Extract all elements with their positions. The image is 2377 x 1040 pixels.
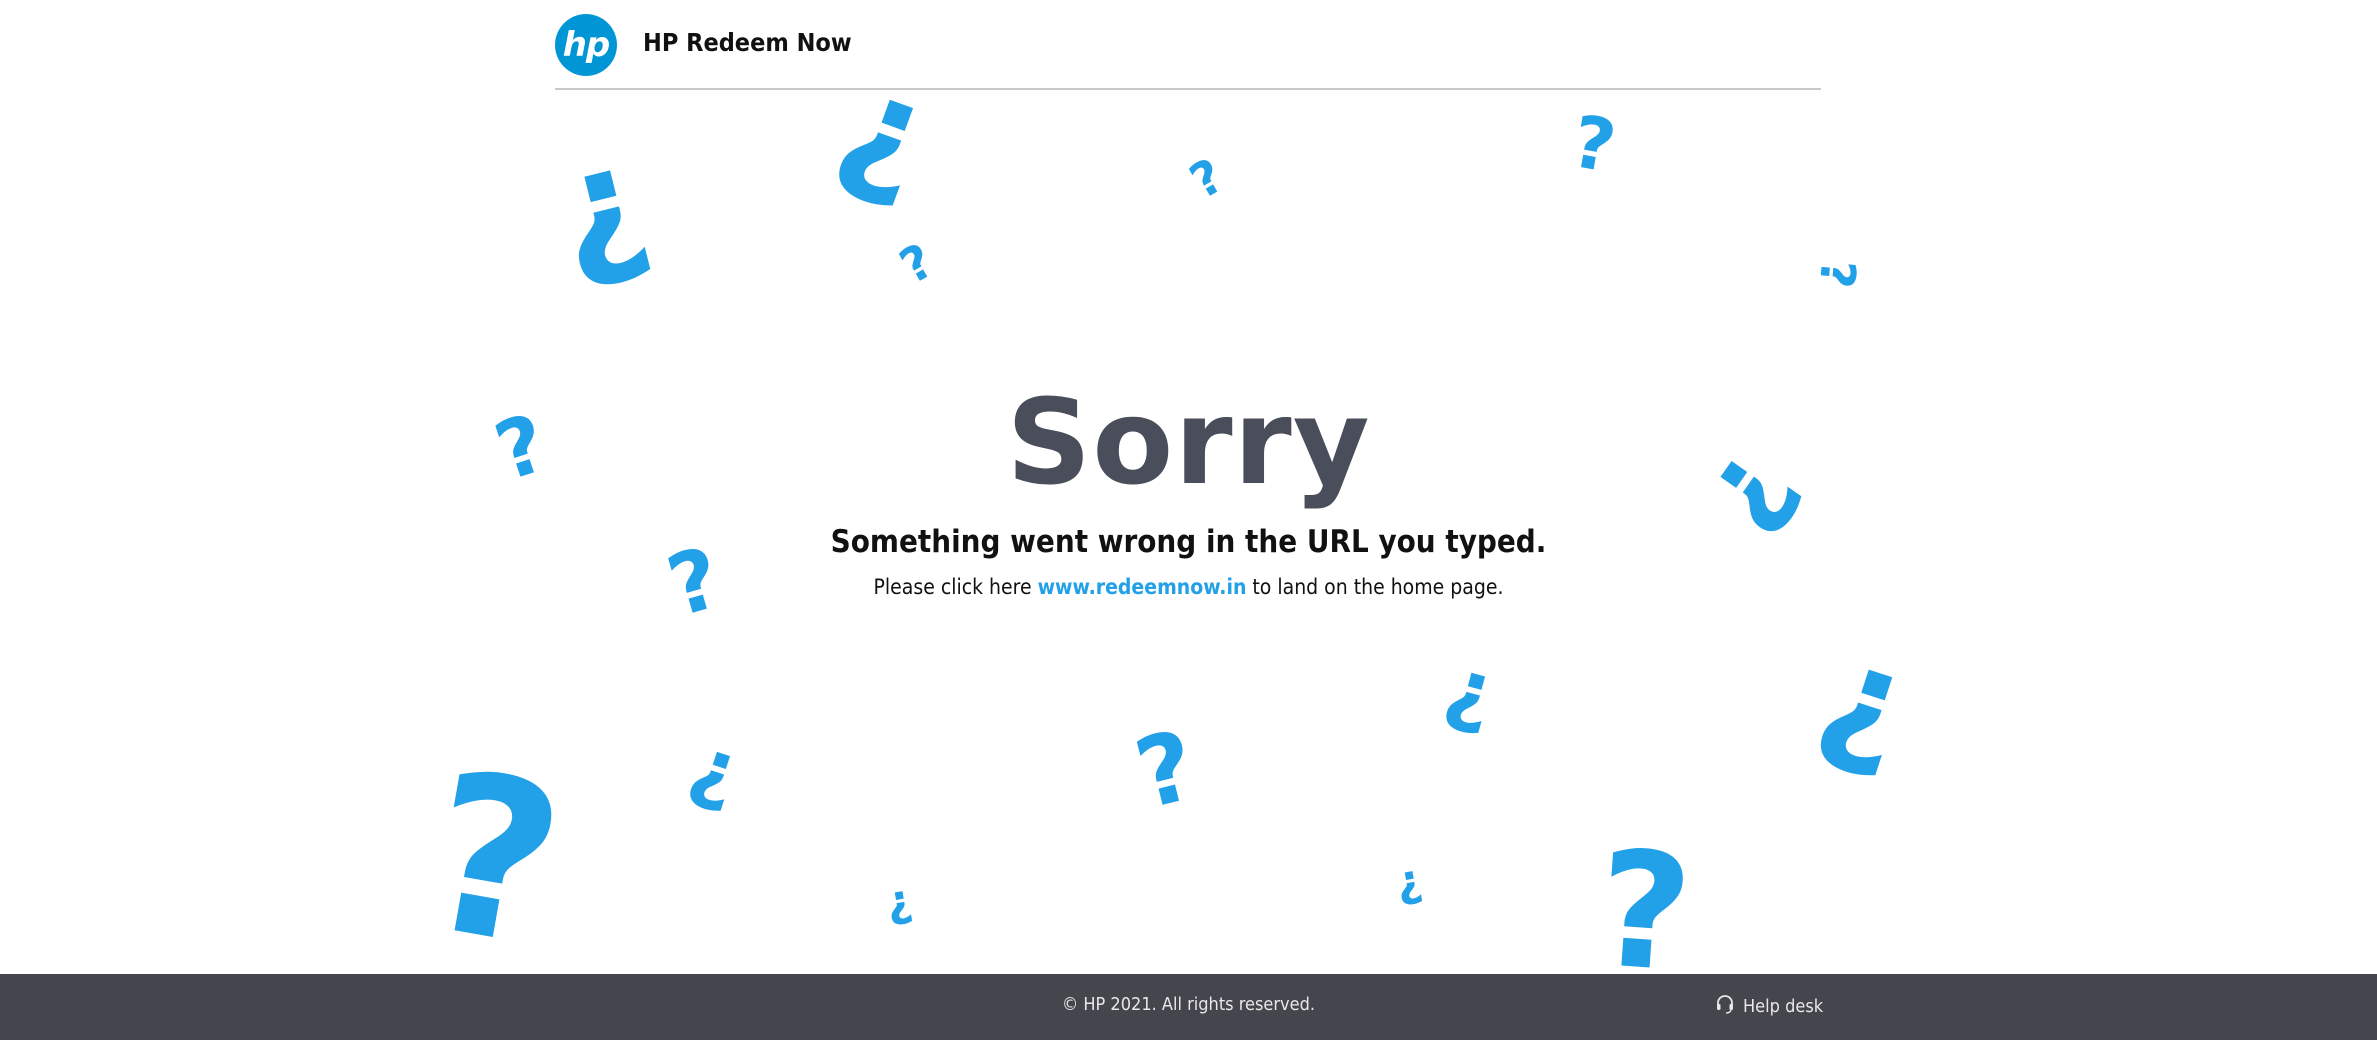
question-mark-icon: ¿ — [1802, 609, 1929, 790]
home-link[interactable]: www.redeemnow.in — [1038, 575, 1247, 599]
page-title: Sorry — [1006, 373, 1371, 511]
help-desk-link[interactable]: Help desk — [1715, 994, 1823, 1019]
site-footer: © HP 2021. All rights reserved. Help des… — [0, 974, 2377, 1040]
question-mark-icon: ? — [1591, 814, 1698, 974]
instruction-after: to land on the home page. — [1246, 575, 1504, 599]
question-mark-icon: ? — [1180, 147, 1233, 211]
question-mark-icon: ? — [448, 722, 579, 974]
error-subtitle: Something went wrong in the URL you type… — [830, 524, 1547, 560]
question-mark-icon: ? — [890, 232, 943, 296]
instruction-before: Please click here — [873, 575, 1038, 599]
hp-logo-icon[interactable]: hp — [555, 14, 617, 76]
help-desk-label: Help desk — [1743, 996, 1824, 1017]
headset-icon — [1715, 994, 1735, 1019]
logo-text: hp — [562, 25, 611, 65]
question-mark-icon: ¿ — [1391, 854, 1426, 909]
home-instruction: Please click here www.redeemnow.in to la… — [0, 574, 2377, 601]
question-mark-icon: ¿ — [536, 110, 663, 300]
question-mark-icon: ¿ — [680, 719, 752, 819]
question-mark-icon: ? — [1807, 257, 1867, 291]
copyright-text: © HP 2021. All rights reserved. — [1061, 994, 1315, 1015]
brand-title[interactable]: HP Redeem Now — [643, 28, 852, 57]
site-header: hp HP Redeem Now — [555, 0, 1821, 90]
question-mark-icon: ¿ — [881, 874, 916, 929]
question-mark-icon: ¿ — [820, 90, 953, 221]
question-mark-icon: ? — [1566, 99, 1622, 189]
question-mark-icon: ¿ — [1436, 638, 1506, 741]
question-mark-icon: ? — [1125, 708, 1207, 832]
